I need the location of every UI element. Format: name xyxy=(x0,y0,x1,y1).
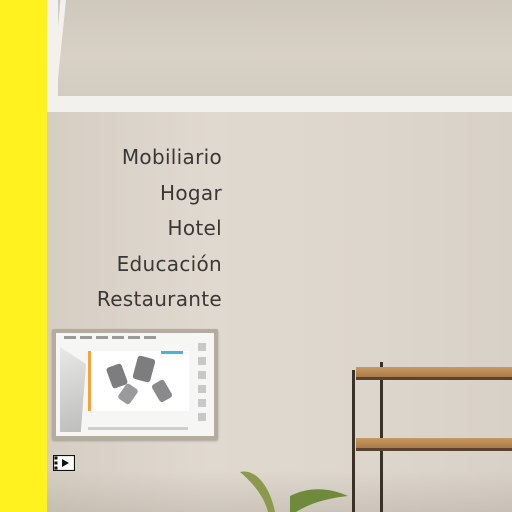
menu-item-hotel[interactable]: Hotel xyxy=(60,211,222,247)
shelf-board-lower xyxy=(356,438,512,448)
category-menu: Mobiliario Hogar Hotel Educación Restaur… xyxy=(60,140,222,318)
shelf-post-mid xyxy=(380,362,383,512)
screen-footer xyxy=(88,427,188,430)
video-play-icon[interactable] xyxy=(53,455,75,471)
menu-item-hogar[interactable]: Hogar xyxy=(60,176,222,212)
shelf-board-upper xyxy=(356,367,512,377)
shelf-post-left xyxy=(352,370,355,512)
monitor-screen xyxy=(56,333,214,436)
accent-strip xyxy=(0,0,47,512)
wall-monitor[interactable] xyxy=(52,329,218,440)
menu-item-restaurante[interactable]: Restaurante xyxy=(60,282,222,318)
plant-leaves xyxy=(240,471,348,512)
screen-nav xyxy=(64,336,184,340)
shelf-board-upper-edge xyxy=(356,377,512,380)
screen-thumbnails xyxy=(198,343,208,423)
screen-side-image xyxy=(60,347,86,432)
menu-item-educacion[interactable]: Educación xyxy=(60,247,222,283)
ceiling-inner xyxy=(58,0,512,96)
menu-item-mobiliario[interactable]: Mobiliario xyxy=(60,140,222,176)
screen-product-panel xyxy=(88,351,189,411)
shelf-board-lower-edge xyxy=(356,448,512,451)
